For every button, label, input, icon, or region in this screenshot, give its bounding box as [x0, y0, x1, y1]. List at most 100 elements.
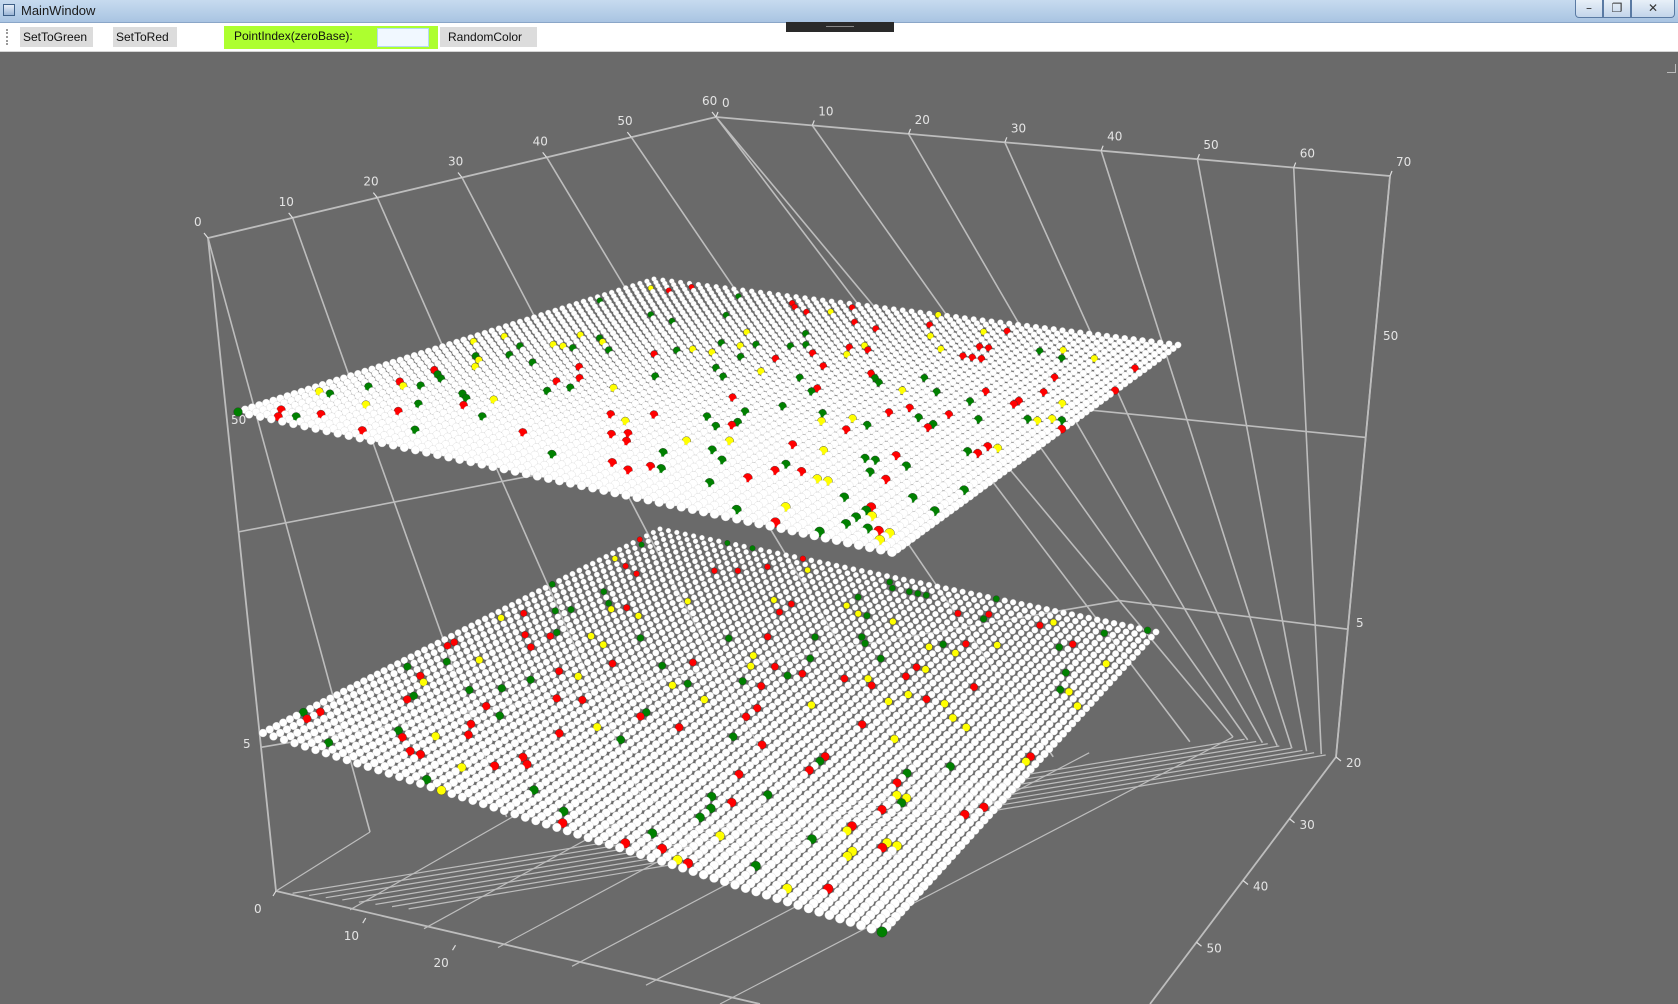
data-point[interactable]: [693, 682, 701, 690]
data-point[interactable]: [621, 636, 629, 643]
data-point[interactable]: [468, 622, 475, 630]
data-point[interactable]: [968, 590, 975, 597]
data-point[interactable]: [1018, 600, 1025, 608]
data-point[interactable]: [565, 580, 571, 586]
data-point[interactable]: [329, 701, 338, 709]
data-point[interactable]: [788, 650, 796, 658]
data-point[interactable]: [836, 568, 842, 575]
data-point[interactable]: [475, 619, 482, 626]
data-point[interactable]: [733, 542, 739, 548]
data-point[interactable]: [517, 657, 525, 665]
data-point[interactable]: [827, 566, 834, 573]
data-point[interactable]: [690, 573, 697, 580]
data-point[interactable]: [729, 592, 736, 599]
data-point[interactable]: [823, 592, 830, 599]
data-point[interactable]: [833, 562, 840, 569]
data-point[interactable]: [799, 555, 806, 562]
data-point[interactable]: [715, 694, 724, 702]
data-point[interactable]: [917, 580, 924, 587]
data-point[interactable]: [429, 665, 438, 673]
data-point[interactable]: [776, 608, 783, 616]
data-point[interactable]: [686, 542, 692, 548]
data-point[interactable]: [568, 676, 576, 684]
data-point[interactable]: [584, 642, 592, 650]
data-point[interactable]: [698, 870, 709, 880]
data-point[interactable]: [864, 579, 870, 586]
data-point[interactable]: [643, 680, 652, 688]
data-point[interactable]: [1024, 613, 1032, 621]
data-point[interactable]: [851, 666, 859, 674]
data-point[interactable]: [740, 633, 748, 640]
data-point[interactable]: [475, 706, 484, 714]
data-point[interactable]: [742, 684, 750, 692]
data-point[interactable]: [390, 686, 398, 694]
data-point[interactable]: [837, 606, 844, 613]
data-point[interactable]: [527, 606, 534, 613]
data-point[interactable]: [860, 668, 868, 676]
data-point[interactable]: [366, 706, 375, 715]
data-point[interactable]: [716, 632, 724, 640]
data-point[interactable]: [504, 664, 512, 672]
data-point[interactable]: [939, 640, 947, 649]
data-point[interactable]: [872, 597, 879, 604]
data-point[interactable]: [410, 675, 418, 684]
data-point[interactable]: [529, 591, 536, 598]
data-point[interactable]: [1048, 630, 1056, 638]
data-point[interactable]: [774, 669, 782, 677]
data-point[interactable]: [530, 649, 538, 657]
data-point[interactable]: [478, 695, 487, 704]
data-point[interactable]: [697, 590, 704, 597]
data-point[interactable]: [1114, 626, 1121, 634]
data-point[interactable]: [802, 615, 810, 622]
point-index-input[interactable]: [377, 28, 429, 47]
data-point[interactable]: [626, 610, 633, 617]
data-point[interactable]: [420, 662, 428, 670]
data-point[interactable]: [832, 644, 840, 652]
data-point[interactable]: [777, 659, 785, 666]
data-point[interactable]: [672, 569, 679, 576]
data-point[interactable]: [673, 549, 679, 555]
data-point[interactable]: [363, 717, 372, 726]
data-point[interactable]: [547, 596, 554, 603]
data-point[interactable]: [1046, 612, 1054, 620]
data-point[interactable]: [612, 633, 620, 641]
data-point[interactable]: [546, 632, 554, 640]
data-point[interactable]: [587, 681, 595, 690]
data-point[interactable]: [380, 683, 388, 691]
data-point[interactable]: [808, 610, 815, 618]
data-point[interactable]: [1080, 619, 1088, 627]
data-point[interactable]: [800, 642, 807, 649]
data-point[interactable]: [725, 651, 733, 659]
data-point[interactable]: [646, 637, 654, 644]
data-point[interactable]: [702, 602, 709, 609]
data-point[interactable]: [790, 623, 798, 630]
data-point[interactable]: [686, 652, 694, 660]
data-point[interactable]: [803, 903, 814, 914]
data-point[interactable]: [880, 583, 887, 590]
data-point[interactable]: [557, 619, 564, 627]
data-point[interactable]: [423, 668, 431, 676]
data-point[interactable]: [936, 634, 944, 642]
data-point[interactable]: [637, 618, 645, 626]
data-point[interactable]: [386, 696, 395, 704]
data-point[interactable]: [622, 685, 630, 694]
data-point[interactable]: [706, 592, 713, 599]
data-point[interactable]: [698, 644, 706, 652]
data-point[interactable]: [685, 697, 693, 705]
data-point[interactable]: [668, 558, 675, 565]
data-point[interactable]: [1017, 629, 1025, 637]
data-point[interactable]: [698, 628, 705, 635]
data-point[interactable]: [406, 702, 415, 710]
data-point[interactable]: [562, 574, 569, 581]
data-point[interactable]: [630, 638, 638, 646]
data-point[interactable]: [892, 574, 899, 581]
data-point[interactable]: [558, 604, 566, 611]
data-point[interactable]: [946, 654, 954, 662]
data-point[interactable]: [552, 677, 560, 686]
data-point[interactable]: [814, 640, 822, 647]
data-point[interactable]: [721, 590, 728, 597]
data-point[interactable]: [1000, 625, 1008, 633]
data-point[interactable]: [820, 619, 827, 626]
data-point[interactable]: [1091, 639, 1099, 647]
data-point[interactable]: [828, 604, 836, 611]
